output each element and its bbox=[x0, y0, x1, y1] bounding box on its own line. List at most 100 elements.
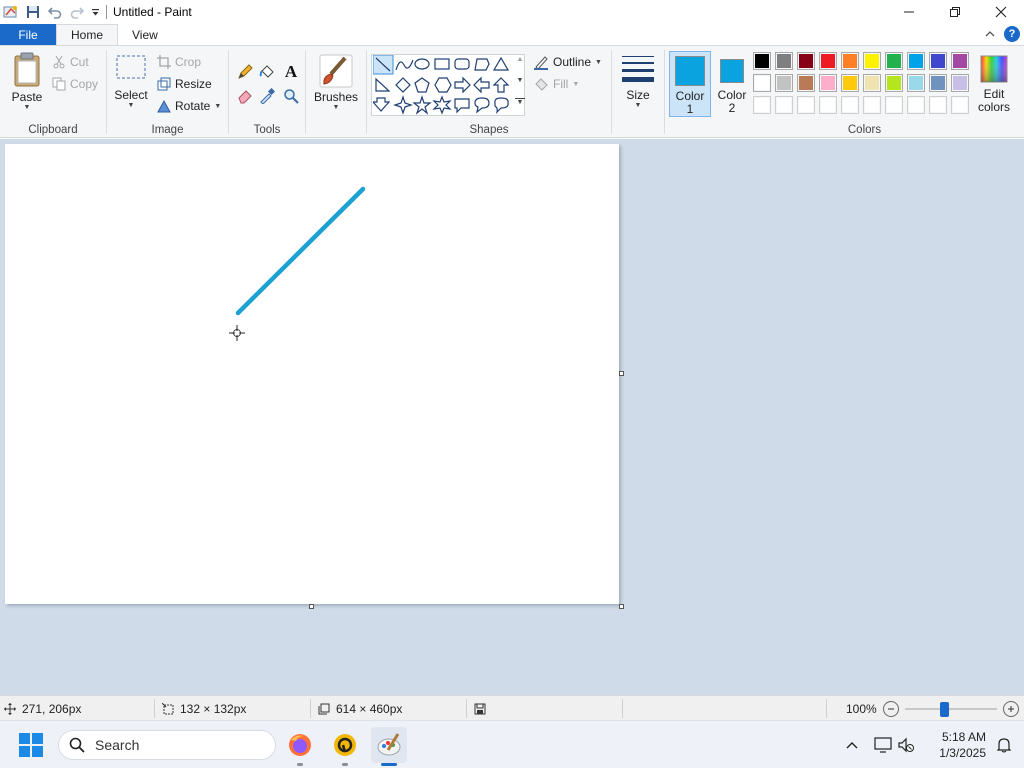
palette-swatch[interactable] bbox=[775, 52, 793, 70]
shape-rounded-rectangle-icon[interactable] bbox=[454, 58, 470, 70]
palette-swatch[interactable] bbox=[907, 96, 925, 114]
redo-icon[interactable] bbox=[66, 1, 88, 23]
shape-four-point-star-icon[interactable] bbox=[393, 95, 413, 115]
shape-right-arrow-icon[interactable] bbox=[454, 76, 471, 94]
palette-swatch[interactable] bbox=[951, 74, 969, 92]
drawing-canvas[interactable] bbox=[5, 144, 619, 604]
palette-swatch[interactable] bbox=[907, 74, 925, 92]
drawn-line[interactable] bbox=[235, 186, 366, 316]
shape-five-point-star-icon[interactable] bbox=[412, 95, 432, 115]
pencil-tool[interactable] bbox=[235, 62, 255, 82]
network-button[interactable] bbox=[872, 735, 894, 755]
shape-left-arrow-icon[interactable] bbox=[473, 76, 490, 94]
palette-swatch[interactable] bbox=[819, 96, 837, 114]
paint-app-icon[interactable] bbox=[0, 1, 22, 23]
palette-swatch[interactable] bbox=[863, 52, 881, 70]
shapes-expand[interactable]: ▼ bbox=[515, 98, 525, 112]
shape-right-triangle-icon[interactable] bbox=[375, 77, 391, 92]
shape-rect-callout-icon[interactable] bbox=[454, 98, 470, 114]
palette-swatch[interactable] bbox=[885, 52, 903, 70]
tab-view[interactable]: View bbox=[118, 24, 172, 46]
taskbar-search[interactable]: Search bbox=[58, 730, 276, 760]
maximize-button[interactable] bbox=[932, 0, 978, 24]
shape-diamond-icon[interactable] bbox=[395, 77, 411, 93]
save-icon[interactable] bbox=[22, 1, 44, 23]
palette-swatch[interactable] bbox=[775, 74, 793, 92]
undo-icon[interactable] bbox=[44, 1, 66, 23]
start-button[interactable] bbox=[18, 732, 44, 758]
paste-button[interactable]: Paste ▼ bbox=[8, 52, 46, 111]
palette-swatch[interactable] bbox=[797, 52, 815, 70]
palette-swatch[interactable] bbox=[753, 74, 771, 92]
tab-file[interactable]: File bbox=[0, 24, 56, 46]
outline-button[interactable]: Outline ▼ bbox=[533, 52, 602, 72]
resize-handle-right[interactable] bbox=[619, 371, 624, 376]
shapes-scroll-down[interactable]: ▼ bbox=[515, 77, 525, 91]
brushes-button[interactable]: Brushes ▼ bbox=[314, 54, 358, 111]
firefox-taskbar-button[interactable] bbox=[282, 727, 318, 766]
taskbar-clock[interactable]: 5:18 AM 1/3/2025 bbox=[939, 729, 986, 761]
palette-swatch[interactable] bbox=[885, 74, 903, 92]
rotate-button[interactable]: Rotate ▼ bbox=[157, 96, 221, 116]
fill-button[interactable]: Fill ▼ bbox=[533, 74, 579, 94]
shape-cloud-callout-icon[interactable] bbox=[494, 97, 509, 114]
show-hidden-icons-button[interactable] bbox=[842, 735, 862, 755]
eraser-tool[interactable] bbox=[235, 86, 255, 106]
palette-swatch[interactable] bbox=[797, 74, 815, 92]
palette-swatch[interactable] bbox=[775, 96, 793, 114]
palette-swatch[interactable] bbox=[929, 74, 947, 92]
shape-oval-icon[interactable] bbox=[414, 58, 430, 70]
crop-button[interactable]: Crop bbox=[157, 52, 201, 72]
shape-hexagon-icon[interactable] bbox=[434, 77, 452, 93]
shapes-scroll-up[interactable]: ▲ bbox=[515, 56, 525, 70]
shape-up-arrow-icon[interactable] bbox=[492, 77, 510, 93]
shape-triangle-icon[interactable] bbox=[492, 56, 510, 71]
shape-down-arrow-icon[interactable] bbox=[373, 97, 391, 112]
zoom-slider[interactable] bbox=[904, 701, 997, 717]
palette-swatch[interactable] bbox=[885, 96, 903, 114]
text-tool[interactable]: A bbox=[281, 62, 301, 82]
palette-swatch[interactable] bbox=[841, 74, 859, 92]
zoom-slider-thumb[interactable] bbox=[939, 701, 949, 717]
cut-button[interactable]: Cut bbox=[52, 52, 89, 72]
shape-pentagon-icon[interactable] bbox=[414, 77, 430, 93]
shape-curve-icon[interactable] bbox=[395, 59, 414, 71]
palette-swatch[interactable] bbox=[929, 96, 947, 114]
palette-swatch[interactable] bbox=[819, 52, 837, 70]
edit-colors-button[interactable]: Edit colors bbox=[975, 54, 1013, 120]
customize-qa-chevron-icon[interactable] bbox=[88, 1, 102, 23]
palette-swatch[interactable] bbox=[863, 74, 881, 92]
size-button[interactable]: Size ▼ bbox=[618, 54, 658, 109]
palette-swatch[interactable] bbox=[951, 52, 969, 70]
fill-tool[interactable] bbox=[257, 62, 277, 82]
minimize-button[interactable] bbox=[886, 0, 932, 24]
zoom-in-button[interactable] bbox=[1002, 700, 1019, 717]
palette-swatch[interactable] bbox=[907, 52, 925, 70]
select-button[interactable]: Select ▼ bbox=[113, 54, 149, 109]
help-button[interactable]: ? bbox=[1004, 26, 1020, 42]
palette-swatch[interactable] bbox=[841, 52, 859, 70]
collapse-ribbon-chevron-icon[interactable] bbox=[982, 26, 998, 42]
copy-button[interactable]: Copy bbox=[52, 74, 98, 94]
resize-handle-bottom[interactable] bbox=[309, 604, 314, 609]
color-picker-tool[interactable] bbox=[257, 86, 277, 106]
shape-rectangle-icon[interactable] bbox=[434, 58, 450, 70]
zoom-out-button[interactable] bbox=[882, 700, 899, 717]
shape-six-point-star-icon[interactable] bbox=[432, 95, 452, 115]
magnifier-tool[interactable] bbox=[281, 86, 301, 106]
palette-swatch[interactable] bbox=[951, 96, 969, 114]
resize-button[interactable]: Resize bbox=[157, 74, 212, 94]
color2-button[interactable]: Color 2 bbox=[715, 51, 749, 117]
palette-swatch[interactable] bbox=[753, 96, 771, 114]
resize-handle-corner[interactable] bbox=[619, 604, 624, 609]
paint-taskbar-button[interactable] bbox=[371, 727, 407, 766]
palette-swatch[interactable] bbox=[797, 96, 815, 114]
palette-swatch[interactable] bbox=[753, 52, 771, 70]
close-button[interactable] bbox=[978, 0, 1024, 24]
palette-swatch[interactable] bbox=[819, 74, 837, 92]
app-taskbar-button[interactable] bbox=[327, 727, 363, 766]
tab-home[interactable]: Home bbox=[56, 24, 119, 46]
volume-button[interactable] bbox=[896, 735, 916, 755]
color1-button[interactable]: Color 1 bbox=[669, 51, 711, 117]
notifications-button[interactable] bbox=[994, 735, 1014, 755]
